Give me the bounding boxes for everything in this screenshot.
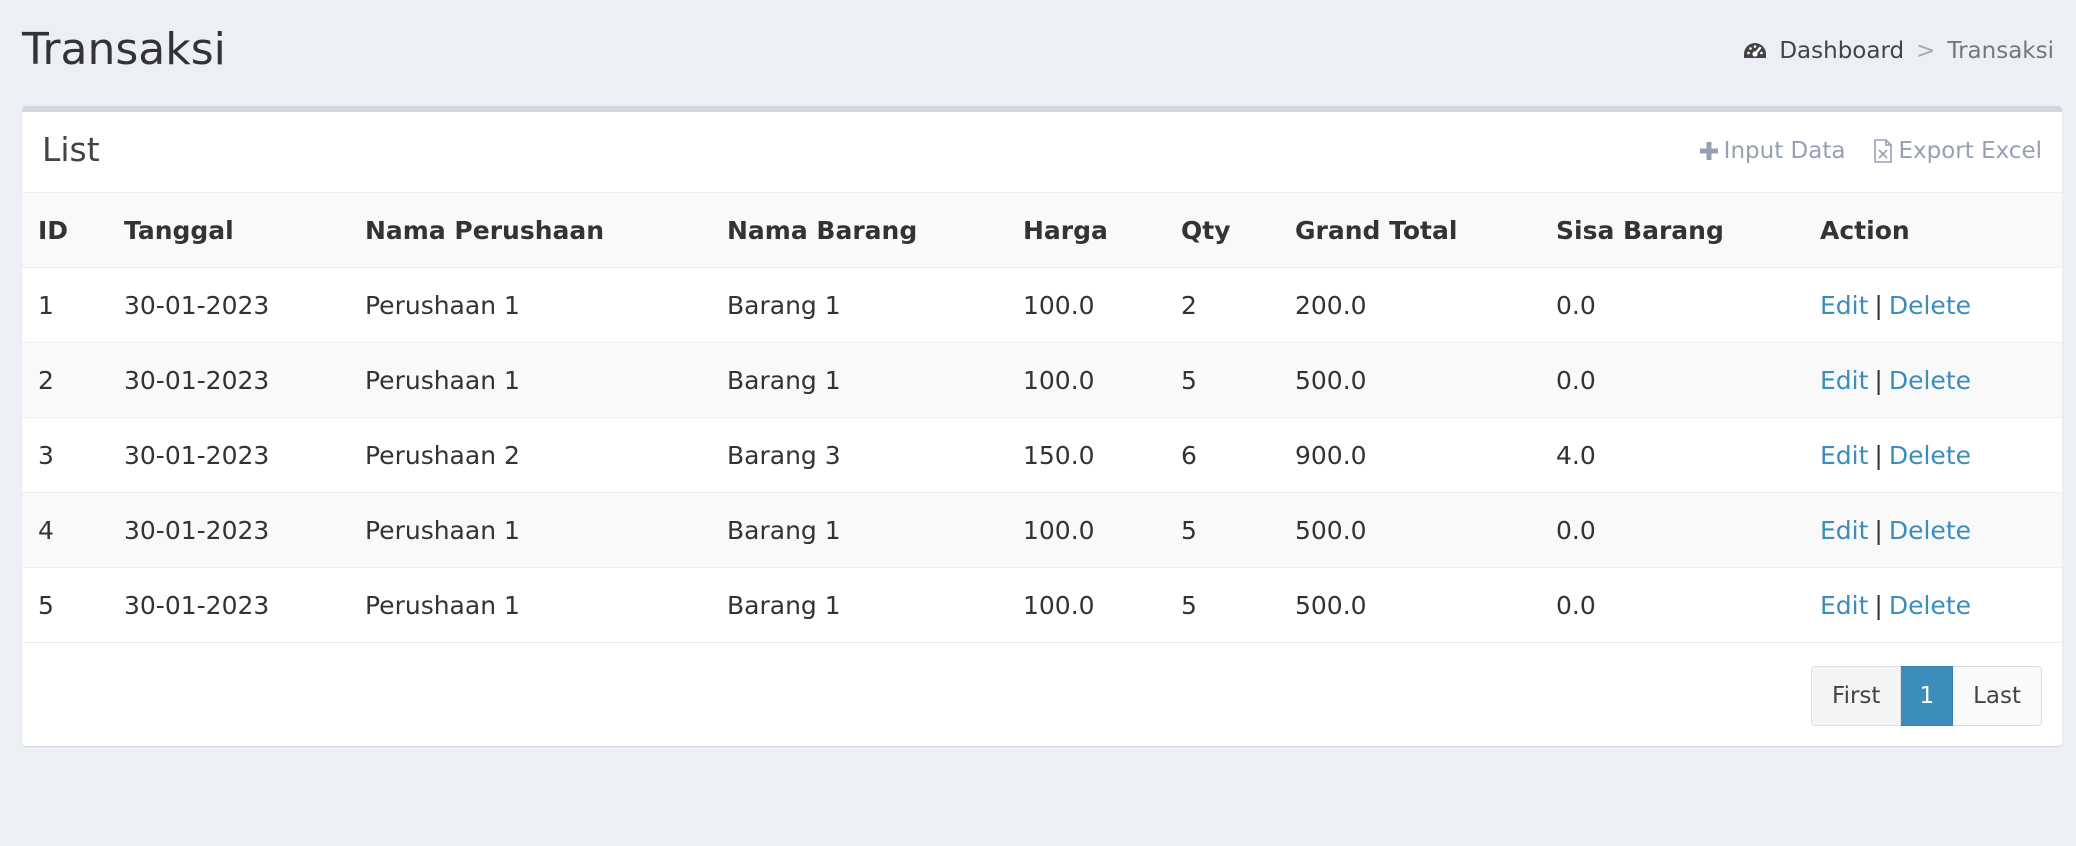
table-row: 1 30-01-2023 Perushaan 1 Barang 1 100.0 … xyxy=(22,267,2062,343)
delete-link[interactable]: Delete xyxy=(1889,591,1971,620)
column-header-harga: Harga xyxy=(1007,193,1165,268)
breadcrumb-separator: > xyxy=(1916,38,1936,64)
column-header-qty: Qty xyxy=(1165,193,1279,268)
pagination-last[interactable]: Last xyxy=(1953,666,2042,726)
action-separator: | xyxy=(1874,290,1883,320)
edit-link[interactable]: Edit xyxy=(1820,591,1868,620)
dashboard-icon xyxy=(1744,43,1767,58)
cell-sisa-barang: 4.0 xyxy=(1556,440,1596,470)
edit-link[interactable]: Edit xyxy=(1820,366,1868,395)
cell-grand-total: 500.0 xyxy=(1295,365,1367,395)
cell-harga: 100.0 xyxy=(1023,365,1095,395)
delete-link[interactable]: Delete xyxy=(1889,516,1971,545)
column-header-tanggal: Tanggal xyxy=(108,193,349,268)
cell-sisa-barang: 0.0 xyxy=(1556,590,1596,620)
action-separator: | xyxy=(1874,440,1883,470)
cell-tanggal: 30-01-2023 xyxy=(124,590,270,620)
cell-grand-total: 500.0 xyxy=(1295,515,1367,545)
box-tools: Input Data Export Excel xyxy=(1699,138,2042,164)
export-excel-label: Export Excel xyxy=(1898,138,2042,164)
cell-id: 3 xyxy=(38,440,54,470)
edit-link[interactable]: Edit xyxy=(1820,516,1868,545)
action-separator: | xyxy=(1874,515,1883,545)
cell-grand-total: 500.0 xyxy=(1295,590,1367,620)
cell-tanggal: 30-01-2023 xyxy=(124,290,270,320)
delete-link[interactable]: Delete xyxy=(1889,366,1971,395)
delete-link[interactable]: Delete xyxy=(1889,441,1971,470)
cell-action: Edit | Delete xyxy=(1804,568,2062,643)
column-header-nama-perusahaan: Nama Perushaan xyxy=(349,193,711,268)
box-title: List xyxy=(42,130,100,169)
table-row: 3 30-01-2023 Perushaan 2 Barang 3 150.0 … xyxy=(22,417,2062,493)
breadcrumb-current: Transaksi xyxy=(1947,38,2054,64)
cell-grand-total: 200.0 xyxy=(1295,290,1367,320)
cell-qty: 2 xyxy=(1181,290,1197,320)
cell-id: 4 xyxy=(38,515,54,545)
cell-action: Edit | Delete xyxy=(1804,418,2062,493)
cell-id: 5 xyxy=(38,590,54,620)
list-box: List Input Data Export Excel ID Tanggal … xyxy=(22,106,2062,746)
delete-link[interactable]: Delete xyxy=(1889,291,1971,320)
cell-sisa-barang: 0.0 xyxy=(1556,290,1596,320)
cell-tanggal: 30-01-2023 xyxy=(124,365,270,395)
table-row: 5 30-01-2023 Perushaan 1 Barang 1 100.0 … xyxy=(22,567,2062,643)
cell-qty: 6 xyxy=(1181,440,1197,470)
excel-file-icon xyxy=(1874,139,1893,163)
cell-perusahaan: Perushaan 1 xyxy=(365,290,520,320)
pagination: First 1 Last xyxy=(1811,666,2042,726)
cell-perusahaan: Perushaan 1 xyxy=(365,515,520,545)
cell-action: Edit | Delete xyxy=(1804,343,2062,418)
cell-barang: Barang 1 xyxy=(727,590,841,620)
pagination-page-1[interactable]: 1 xyxy=(1901,666,1954,726)
table-header-row: ID Tanggal Nama Perushaan Nama Barang Ha… xyxy=(22,193,2062,268)
cell-harga: 100.0 xyxy=(1023,515,1095,545)
cell-barang: Barang 1 xyxy=(727,290,841,320)
cell-id: 1 xyxy=(38,290,54,320)
column-header-grand-total: Grand Total xyxy=(1279,193,1540,268)
column-header-id: ID xyxy=(22,193,108,268)
cell-qty: 5 xyxy=(1181,365,1197,395)
cell-perusahaan: Perushaan 1 xyxy=(365,365,520,395)
column-header-action: Action xyxy=(1804,193,2062,268)
cell-action: Edit | Delete xyxy=(1804,493,2062,568)
cell-tanggal: 30-01-2023 xyxy=(124,440,270,470)
transaksi-table: ID Tanggal Nama Perushaan Nama Barang Ha… xyxy=(22,193,2062,643)
cell-harga: 100.0 xyxy=(1023,290,1095,320)
cell-perusahaan: Perushaan 1 xyxy=(365,590,520,620)
edit-link[interactable]: Edit xyxy=(1820,291,1868,320)
action-separator: | xyxy=(1874,365,1883,395)
cell-barang: Barang 1 xyxy=(727,365,841,395)
cell-barang: Barang 1 xyxy=(727,515,841,545)
cell-action: Edit | Delete xyxy=(1804,268,2062,343)
cell-tanggal: 30-01-2023 xyxy=(124,515,270,545)
pagination-first[interactable]: First xyxy=(1811,666,1902,726)
page-header: Transaksi Dashboard > Transaksi xyxy=(22,20,2054,80)
breadcrumb-home-label: Dashboard xyxy=(1779,38,1905,64)
table-row: 2 30-01-2023 Perushaan 1 Barang 1 100.0 … xyxy=(22,342,2062,418)
action-separator: | xyxy=(1874,590,1883,620)
page-title: Transaksi xyxy=(22,24,226,75)
cell-id: 2 xyxy=(38,365,54,395)
cell-sisa-barang: 0.0 xyxy=(1556,365,1596,395)
cell-qty: 5 xyxy=(1181,590,1197,620)
table-row: 4 30-01-2023 Perushaan 1 Barang 1 100.0 … xyxy=(22,492,2062,568)
column-header-nama-barang: Nama Barang xyxy=(711,193,1007,268)
breadcrumb-home[interactable]: Dashboard xyxy=(1743,36,1904,66)
cell-harga: 100.0 xyxy=(1023,590,1095,620)
breadcrumb: Dashboard > Transaksi xyxy=(1743,36,2054,66)
column-header-sisa-barang: Sisa Barang xyxy=(1540,193,1804,268)
plus-icon xyxy=(1699,142,1718,160)
cell-qty: 5 xyxy=(1181,515,1197,545)
input-data-button[interactable]: Input Data xyxy=(1699,138,1846,164)
cell-sisa-barang: 0.0 xyxy=(1556,515,1596,545)
input-data-label: Input Data xyxy=(1723,138,1846,164)
cell-perusahaan: Perushaan 2 xyxy=(365,440,520,470)
edit-link[interactable]: Edit xyxy=(1820,441,1868,470)
cell-barang: Barang 3 xyxy=(727,440,841,470)
cell-harga: 150.0 xyxy=(1023,440,1095,470)
box-header: List Input Data Export Excel xyxy=(22,112,2062,193)
cell-grand-total: 900.0 xyxy=(1295,440,1367,470)
export-excel-button[interactable]: Export Excel xyxy=(1873,138,2042,164)
